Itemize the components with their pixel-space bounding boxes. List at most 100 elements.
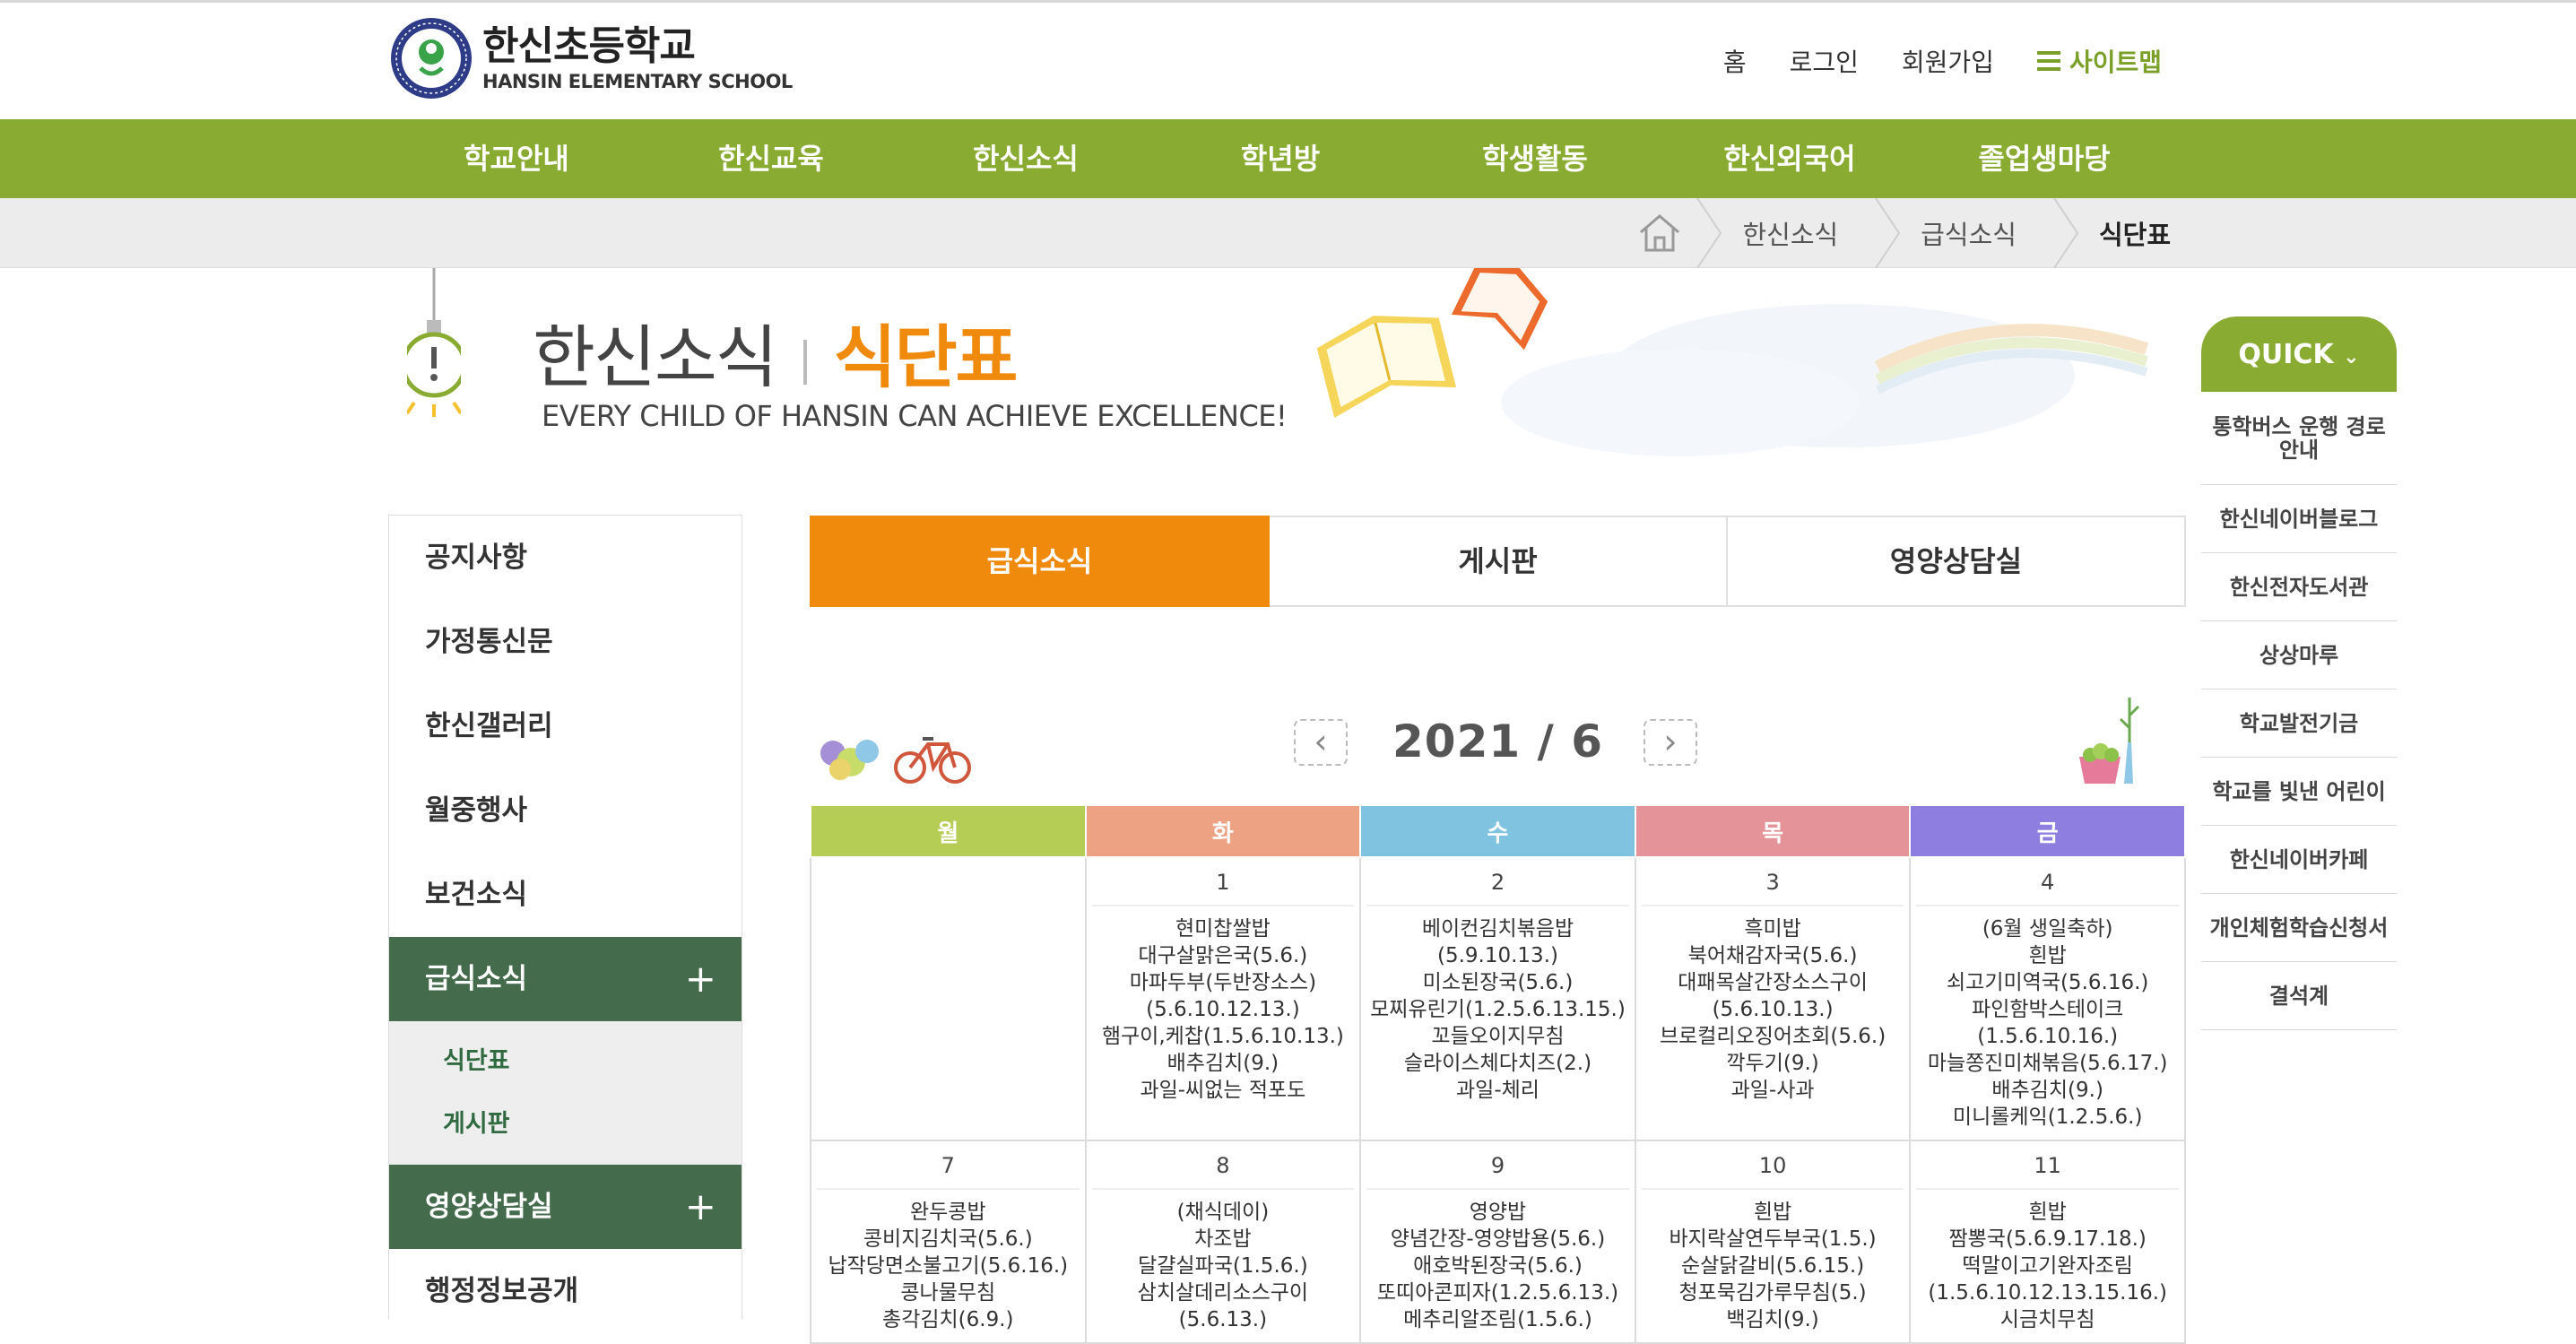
weekday-header: 화 [1084,804,1362,858]
meal-menu: 현미찹쌀밥 대구살맑은국(5.6.) 마파두부(두반장소스) (5.6.10.1… [1101,917,1344,1102]
quick-item[interactable]: 한신전자도서관 [2201,553,2397,621]
chevron-left-icon: ‹ [1314,722,1328,761]
weekday-header: 금 [1909,804,2186,858]
day-number: 4 [1916,858,2179,906]
meal-calendar: 월 화 수 목 금 1 현미찹쌀밥 대구살맑은국(5.6.) 마파두부(두반장소스… [810,804,2186,1344]
sitemap-label: 사이트맵 [2069,48,2162,77]
side-menu-item-expandable[interactable]: 영양상담실 + [389,1165,742,1249]
gnb-item-foreign-language[interactable]: 한신외국어 [1662,119,1917,198]
login-link[interactable]: 로그인 [1790,43,1859,79]
quick-item[interactable]: 결석계 [2201,962,2397,1030]
gnb-item-student-activity[interactable]: 학생활동 [1408,119,1662,198]
quick-item[interactable]: 통학버스 운행 경로 안내 [2201,392,2397,485]
home-link[interactable]: 홈 [1723,43,1747,79]
calendar-cell: 4 (6월 생일축하) 흰밥 쇠고기미역국(5.6.16.) 파인함박스테이크 (… [1909,856,2186,1141]
quick-item[interactable]: 개인체험학습신청서 [2201,894,2397,962]
meal-menu: 흰밥 바지락살연두부국(1.5.) 순살닭갈비(5.6.15.) 청포묵김가루무… [1669,1201,1877,1331]
meal-menu: 흑미밥 북어채감자국(5.6.) 대패목살간장소스구이 (5.6.10.13.)… [1659,917,1886,1102]
meal-menu: (6월 생일축하) 흰밥 쇠고기미역국(5.6.16.) 파인함박스테이크 (1… [1927,917,2168,1129]
title-divider [802,340,807,385]
quick-item[interactable]: 한신네이버카페 [2201,826,2397,894]
quick-item[interactable]: 상상마루 [2201,621,2397,689]
tab-meal-news[interactable]: 급식소식 [810,516,1270,607]
day-number: 7 [817,1141,1080,1190]
breadcrumb-current: 식단표 [2079,198,2171,268]
calendar-cell: 11 흰밥 짬뽕국(5.6.9.17.18.) 떡말이고기완자조림 (1.5.6.… [1909,1140,2186,1344]
chevron-right-icon [2053,198,2079,268]
flower-pot-icon [2079,698,2140,784]
gnb-item-news[interactable]: 한신소식 [898,119,1153,198]
gnb-item-grade-rooms[interactable]: 학년방 [1153,119,1408,198]
day-number: 9 [1366,1141,1629,1190]
side-menu-item[interactable]: 가정통신문 [389,600,742,684]
chevron-down-icon: ⌄ [2343,346,2360,369]
next-month-button[interactable]: › [1644,719,1697,766]
utility-menu: 홈 로그인 회원가입 사이트맵 [1723,43,2162,79]
side-submenu-item[interactable]: 게시판 [389,1093,742,1156]
side-submenu: 식단표 게시판 [389,1021,742,1165]
quick-menu-toggle[interactable]: QUICK ⌄ [2201,316,2397,392]
side-submenu-item[interactable]: 식단표 [389,1030,742,1093]
gnb-item-alumni[interactable]: 졸업생마당 [1917,119,2172,198]
side-menu-item[interactable]: 보건소식 [389,853,742,937]
school-logo[interactable]: 한신초등학교 HANSIN ELEMENTARY SCHOOL [389,16,793,100]
school-emblem-icon [391,18,472,99]
prev-month-button[interactable]: ‹ [1294,719,1348,766]
calendar-navigation: 2021 / 6 ‹ › [810,690,2186,789]
quick-item[interactable]: 학교를 빛낸 어린이 [2201,758,2397,826]
side-menu-label: 영양상담실 [425,1191,553,1223]
weekday-header: 목 [1634,804,1912,858]
content-tabs: 급식소식 게시판 영양상담실 [810,516,2186,607]
gnb-item-school-info[interactable]: 학교안내 [389,119,644,198]
calendar-cell: 3 흑미밥 북어채감자국(5.6.) 대패목살간장소스구이 (5.6.10.13.… [1634,856,1912,1141]
side-menu-item[interactable]: 한신갤러리 [389,684,742,768]
quick-item[interactable]: 학교발전기금 [2201,689,2397,758]
side-menu-item-active[interactable]: 급식소식 + [389,937,742,1021]
books-decoration-icon [1316,268,2149,456]
tab-nutrition-counseling[interactable]: 영양상담실 [1728,516,2186,607]
side-menu-item[interactable]: 공지사항 [389,516,742,600]
calendar-cell: 1 현미찹쌀밥 대구살맑은국(5.6.) 마파두부(두반장소스) (5.6.10.… [1084,856,1362,1141]
side-menu-label: 급식소식 [425,963,528,995]
breadcrumb: 한신소식 급식소식 식단표 [0,198,2576,268]
meal-menu: (채식데이) 차조밥 달걀실파국(1.5.6.) 삼치살데리소스구이 (5.6.… [1137,1201,1309,1331]
chevron-right-icon [1875,198,1901,268]
join-link[interactable]: 회원가입 [1902,43,1994,79]
calendar-month: 2021 / 6 [1392,715,1604,767]
meal-menu: 완두콩밥 콩비지김치국(5.6.) 납작당면소불고기(5.6.16.) 콩나물무… [828,1201,1069,1331]
calendar-cell: 10 흰밥 바지락살연두부국(1.5.) 순살닭갈비(5.6.15.) 청포묵김가… [1634,1140,1912,1344]
quick-menu: QUICK ⌄ 통학버스 운행 경로 안내 한신네이버블로그 한신전자도서관 상… [2201,316,2397,1030]
breadcrumb-home[interactable] [1636,198,1722,268]
top-border [0,0,2576,3]
day-number: 11 [1916,1141,2179,1190]
current-page-title: 식단표 [833,317,1019,397]
tab-board[interactable]: 게시판 [1270,516,1728,607]
calendar-cell: 7 완두콩밥 콩비지김치국(5.6.) 납작당면소불고기(5.6.16.) 콩나물… [810,1140,1087,1344]
light-bulb-icon [407,268,461,417]
side-menu-item[interactable]: 월중행사 [389,768,742,853]
school-slogan: EVERY CHILD OF HANSIN CAN ACHIEVE EXCELL… [542,399,1288,433]
section-title: 한신소식 [533,317,778,397]
breadcrumb-item[interactable]: 한신소식 [1722,198,1901,268]
logo-subtitle: HANSIN ELEMENTARY SCHOOL [482,71,793,92]
plus-icon: + [684,1184,716,1228]
quick-item[interactable]: 한신네이버블로그 [2201,485,2397,553]
calendar-cell: 8 (채식데이) 차조밥 달걀실파국(1.5.6.) 삼치살데리소스구이 (5.6… [1084,1140,1362,1344]
calendar-cell: 2 베이컨김치볶음밥 (5.9.10.13.) 미소된장국(5.6.) 모찌유린기… [1359,856,1636,1141]
day-number: 10 [1641,1141,1904,1190]
day-number: 2 [1366,858,1629,906]
sitemap-link[interactable]: 사이트맵 [2036,43,2162,79]
chevron-right-icon: › [1663,722,1678,761]
logo-title: 한신초등학교 [482,23,696,69]
breadcrumb-item[interactable]: 급식소식 [1901,198,2079,268]
gnb-item-education[interactable]: 한신교육 [644,119,898,198]
chevron-right-icon [1696,198,1722,268]
side-menu: 공지사항 가정통신문 한신갤러리 월중행사 보건소식 급식소식 + 식단표 게시… [388,515,742,1319]
global-navigation: 학교안내 한신교육 한신소식 학년방 학생활동 한신외국어 졸업생마당 [0,119,2576,198]
page-title: 한신소식 식단표 [533,302,1019,401]
day-number: 1 [1091,858,1355,906]
calendar-cell [810,856,1087,1141]
side-menu-item[interactable]: 행정정보공개 [389,1249,742,1333]
day-number: 8 [1091,1141,1355,1190]
quick-title: QUICK [2238,339,2334,370]
